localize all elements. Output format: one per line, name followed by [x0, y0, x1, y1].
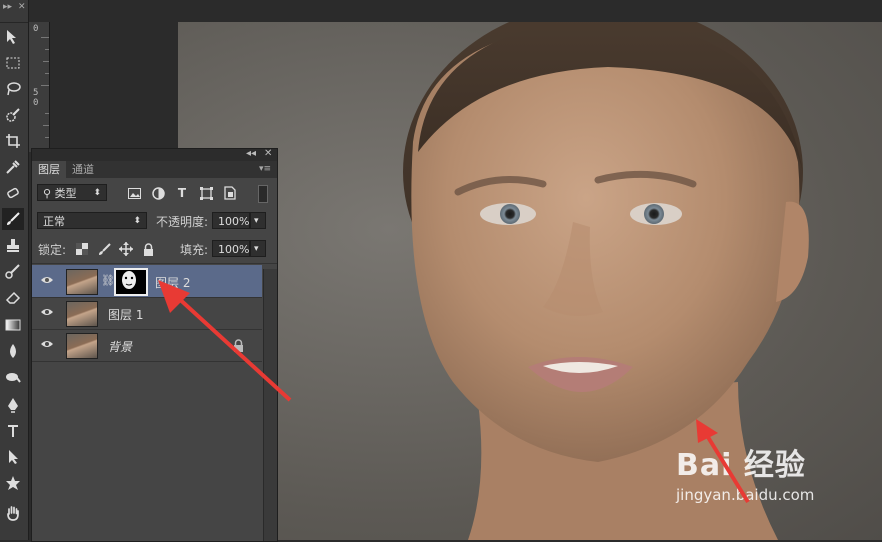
close-icon[interactable]: ✕ [18, 2, 26, 12]
lock-label: 锁定: [38, 243, 67, 257]
hand-tool-icon[interactable] [2, 502, 24, 524]
ruler-mark: 0 [33, 24, 39, 34]
marquee-tool-icon[interactable] [2, 52, 24, 74]
layer-name[interactable]: 背景 [108, 338, 132, 355]
brush-tool-icon[interactable] [2, 208, 24, 230]
blur-tool-icon[interactable] [2, 340, 24, 362]
opacity-label: 不透明度: [156, 215, 209, 229]
annotation-arrow [696, 419, 750, 504]
dodge-tool-icon[interactable] [2, 366, 24, 388]
gradient-tool-icon[interactable] [2, 314, 24, 336]
panel-tabs: 图层 通道 ▾≡ [32, 161, 277, 178]
filter-kind-select[interactable]: ⚲ 类型 ⬍ [37, 184, 107, 201]
type-filter-icon[interactable]: T [174, 185, 190, 201]
lock-pixels-icon[interactable] [96, 241, 112, 257]
lock-all-icon[interactable] [140, 241, 156, 257]
blend-mode-select[interactable]: 正常 ⬍ [37, 212, 147, 229]
visibility-eye-icon[interactable] [40, 339, 54, 349]
tab-layers[interactable]: 图层 [32, 161, 66, 178]
ruler-mark: 0 [33, 98, 39, 108]
filter-toggle[interactable] [258, 185, 268, 203]
type-tool-icon[interactable] [2, 420, 24, 442]
opacity-input[interactable]: 100% [212, 212, 250, 229]
panel-menu-icon[interactable]: ▾≡ [253, 161, 277, 178]
visibility-eye-icon[interactable] [40, 307, 54, 317]
filter-kind-label: 类型 [54, 187, 77, 200]
collapse-icon[interactable]: ▸▸ [3, 2, 12, 12]
tools-panel: ▸▸ ✕ [0, 0, 29, 540]
layer-thumbnail [66, 301, 98, 327]
crop-tool-icon[interactable] [2, 130, 24, 152]
panel-titlebar: ◂◂ ✕ [32, 148, 277, 161]
adjustment-filter-icon[interactable] [150, 185, 166, 201]
shape-filter-icon[interactable] [198, 185, 214, 201]
eyedropper-tool-icon[interactable] [2, 156, 24, 178]
eraser-tool-icon[interactable] [2, 286, 24, 308]
smart-object-filter-icon[interactable] [222, 185, 238, 201]
image-filter-icon[interactable] [126, 185, 142, 201]
search-icon: ⚲ [43, 187, 52, 200]
healing-brush-tool-icon[interactable] [2, 182, 24, 204]
history-brush-tool-icon[interactable] [2, 260, 24, 282]
quick-select-tool-icon[interactable] [2, 104, 24, 126]
chevron-updown-icon: ⬍ [133, 216, 141, 226]
blend-mode-label: 正常 [43, 215, 65, 228]
chevron-updown-icon: ⬍ [93, 188, 101, 198]
lasso-tool-icon[interactable] [2, 78, 24, 100]
visibility-eye-icon[interactable] [40, 275, 54, 285]
tab-channels[interactable]: 通道 [66, 161, 100, 178]
layer-thumbnail [66, 333, 98, 359]
ruler-mark: 5 [33, 88, 39, 98]
lock-position-icon[interactable] [118, 241, 134, 257]
vertical-ruler: 0 5 0 [29, 22, 50, 152]
path-selection-tool-icon[interactable] [2, 446, 24, 468]
annotation-arrow [158, 280, 292, 402]
layer-mask-thumbnail[interactable] [114, 268, 148, 296]
layer-thumbnail [66, 269, 98, 295]
tools-panel-header: ▸▸ ✕ [0, 0, 28, 23]
lock-transparent-icon[interactable] [74, 241, 90, 257]
collapse-panel-icon[interactable]: ◂◂ [246, 148, 256, 159]
fill-label: 填充: [180, 243, 209, 257]
fill-dropdown-icon[interactable]: ▾ [250, 240, 266, 257]
close-panel-icon[interactable]: ✕ [264, 148, 272, 159]
pen-tool-icon[interactable] [2, 394, 24, 416]
link-chain-icon[interactable]: ⛓ [101, 274, 115, 287]
clone-stamp-tool-icon[interactable] [2, 234, 24, 256]
opacity-dropdown-icon[interactable]: ▾ [250, 212, 266, 229]
shape-tool-icon[interactable] [2, 472, 24, 494]
layer-name[interactable]: 图层 1 [108, 306, 143, 323]
move-tool-icon[interactable] [2, 26, 24, 48]
fill-input[interactable]: 100% [212, 240, 250, 257]
